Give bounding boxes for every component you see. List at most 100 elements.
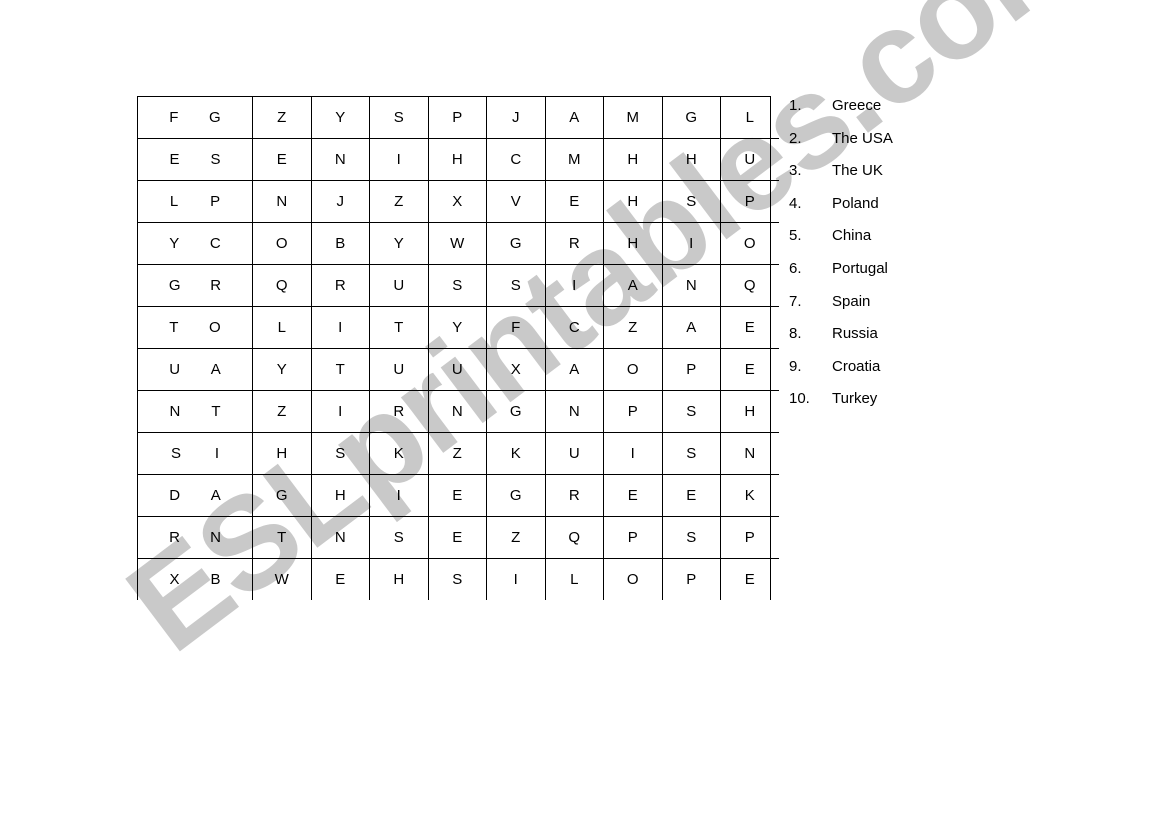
grid-cell: L bbox=[252, 306, 312, 349]
grid-letter: R bbox=[334, 277, 346, 294]
grid-cell: U bbox=[428, 348, 487, 391]
grid-letter: R bbox=[210, 277, 222, 294]
grid-cell: A bbox=[545, 97, 604, 139]
grid-cell: I bbox=[486, 558, 546, 600]
grid-letter: Z bbox=[394, 193, 404, 210]
grid-cell: G bbox=[486, 222, 546, 265]
grid-row: SIHSKZKUISN bbox=[138, 432, 779, 475]
grid-letter: E bbox=[627, 487, 638, 504]
grid-cell: E bbox=[720, 306, 779, 349]
grid-row: FGZYSPJAMGL bbox=[138, 97, 779, 139]
grid-cell: Z bbox=[252, 97, 312, 139]
grid-letter: X bbox=[452, 193, 463, 210]
grid-cell: Z bbox=[369, 180, 429, 223]
word-list-number: 6. bbox=[789, 259, 802, 277]
grid-letter: I bbox=[513, 571, 518, 588]
grid-letter: T bbox=[335, 361, 345, 378]
grid-cell: L bbox=[720, 97, 779, 139]
grid-cell: Q bbox=[545, 516, 604, 559]
word-list-number: 9. bbox=[789, 357, 802, 375]
word-list-item: 9. Croatia bbox=[789, 358, 893, 391]
grid-cell: P bbox=[428, 97, 487, 139]
grid-cell: I bbox=[311, 390, 370, 433]
grid-cell: DA bbox=[138, 474, 253, 517]
grid-letter: T bbox=[394, 319, 404, 336]
word-list-label: Croatia bbox=[832, 357, 881, 375]
grid-cell-pair: FG bbox=[138, 109, 252, 126]
word-list-label: Spain bbox=[832, 292, 871, 310]
grid-cell: S bbox=[662, 432, 721, 475]
word-list-label: Russia bbox=[832, 325, 878, 343]
grid-cell: W bbox=[428, 222, 487, 265]
grid-cell: O bbox=[252, 222, 312, 265]
grid-cell: N bbox=[311, 138, 370, 181]
grid-letter: A bbox=[627, 277, 638, 294]
grid-letter: I bbox=[338, 319, 343, 336]
grid-cell: E bbox=[603, 474, 663, 517]
grid-letter: S bbox=[686, 403, 697, 420]
grid-letter: U bbox=[393, 277, 405, 294]
grid-cell: S bbox=[428, 264, 487, 307]
grid-letter: E bbox=[335, 571, 346, 588]
grid-letter: E bbox=[276, 151, 287, 168]
grid-cell: O bbox=[603, 348, 663, 391]
word-search-body: FGZYSPJAMGLESENIHCMHHULPNJZXVEHSPYCOBYWG… bbox=[138, 97, 779, 600]
grid-letter: S bbox=[170, 445, 181, 462]
grid-letter: L bbox=[277, 319, 286, 336]
grid-cell: Y bbox=[311, 97, 370, 139]
grid-letter: N bbox=[568, 403, 580, 420]
grid-cell: E bbox=[720, 348, 779, 391]
grid-cell: S bbox=[662, 180, 721, 223]
grid-cell: I bbox=[311, 306, 370, 349]
grid-cell: U bbox=[545, 432, 604, 475]
grid-letter: R bbox=[169, 529, 180, 546]
grid-letter: Z bbox=[277, 403, 287, 420]
grid-letter: X bbox=[169, 571, 180, 588]
grid-letter: R bbox=[568, 235, 580, 252]
grid-cell: M bbox=[545, 138, 604, 181]
grid-letter: K bbox=[510, 445, 521, 462]
grid-cell-pair: SI bbox=[138, 445, 252, 462]
grid-letter: P bbox=[744, 193, 755, 210]
grid-letter: O bbox=[743, 235, 756, 252]
grid-letter: N bbox=[451, 403, 463, 420]
grid-letter: T bbox=[169, 319, 179, 336]
grid-letter: I bbox=[572, 277, 577, 294]
grid-cell: W bbox=[252, 558, 312, 600]
grid-cell: H bbox=[428, 138, 487, 181]
word-list-item: 1. Greece bbox=[789, 97, 893, 130]
grid-cell-pair: LP bbox=[138, 193, 252, 210]
grid-cell: O bbox=[720, 222, 779, 265]
grid-row: XBWEHSILOPE bbox=[138, 558, 779, 600]
grid-letter: G bbox=[275, 487, 288, 504]
grid-cell: K bbox=[720, 474, 779, 517]
grid-letter: F bbox=[169, 109, 179, 126]
grid-letter: S bbox=[452, 571, 463, 588]
grid-letter: C bbox=[568, 319, 580, 336]
grid-cell: Q bbox=[252, 264, 312, 307]
grid-cell: F bbox=[486, 306, 546, 349]
word-list-number: 8. bbox=[789, 325, 802, 343]
grid-letter: M bbox=[626, 109, 640, 126]
grid-cell: A bbox=[603, 264, 663, 307]
grid-cell: P bbox=[662, 558, 721, 600]
grid-letter: U bbox=[568, 445, 580, 462]
grid-letter: V bbox=[510, 193, 521, 210]
grid-cell: R bbox=[545, 474, 604, 517]
grid-cell: S bbox=[311, 432, 370, 475]
grid-letter: E bbox=[744, 361, 755, 378]
grid-letter: S bbox=[452, 277, 463, 294]
grid-letter: O bbox=[275, 235, 288, 252]
grid-letter: L bbox=[745, 109, 754, 126]
grid-cell-pair: YC bbox=[138, 235, 252, 252]
grid-letter: Y bbox=[393, 235, 404, 252]
grid-letter: H bbox=[627, 193, 639, 210]
grid-letter: I bbox=[396, 487, 401, 504]
word-list-item: 7. Spain bbox=[789, 293, 893, 326]
grid-letter: Q bbox=[275, 277, 288, 294]
word-list-label: The UK bbox=[832, 162, 883, 180]
grid-letter: N bbox=[334, 151, 346, 168]
grid-letter: Y bbox=[452, 319, 463, 336]
grid-letter: K bbox=[744, 487, 755, 504]
grid-letter: W bbox=[450, 235, 465, 252]
